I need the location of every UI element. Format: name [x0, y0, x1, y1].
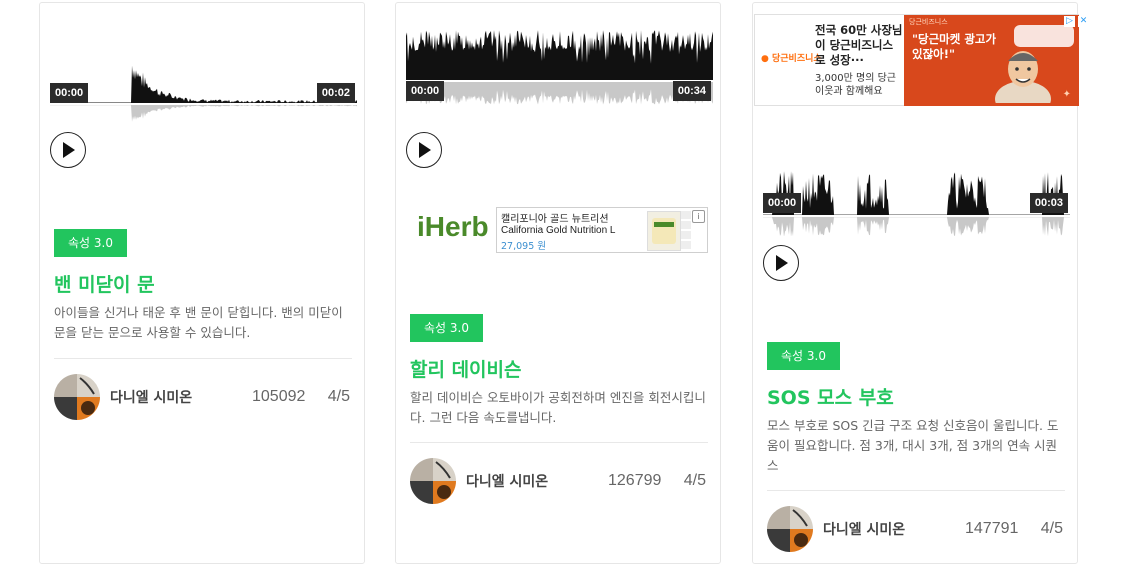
rating: 4/5: [327, 388, 350, 405]
ad-choices-icon[interactable]: ▷: [1064, 16, 1075, 27]
avatar-image: [54, 374, 100, 420]
ad-product-en: California Gold Nutrition L: [501, 225, 616, 236]
waveform-3[interactable]: [763, 136, 1070, 236]
divider: [767, 490, 1065, 491]
ad-brand: ● 당근비즈니스: [761, 51, 822, 64]
start-time: 00:00: [406, 81, 445, 101]
iherb-logo[interactable]: iHerb: [417, 211, 489, 243]
sound-title[interactable]: 할리 데이비슨: [410, 355, 522, 382]
play-button[interactable]: [406, 132, 442, 168]
end-time: 00:03: [1029, 193, 1068, 213]
waveform-1[interactable]: [50, 48, 357, 148]
license-badge[interactable]: 속성 3.0: [767, 342, 840, 370]
sound-card-2: 00:00 00:34 iHerb 캘리포니아 골드 뉴트리션 Californ…: [395, 2, 721, 564]
ad-visual[interactable]: 당근비즈니스 "당근마켓 광고가 있잖아!" ▷ ✕ ✦: [904, 15, 1089, 106]
ad-product-box[interactable]: 캘리포니아 골드 뉴트리션 California Gold Nutrition …: [496, 207, 708, 253]
avatar-image: [410, 458, 456, 504]
sound-description: 아이들을 신거나 태운 후 밴 문이 닫힙니다. 밴의 미닫이 문을 닫는 문으…: [54, 305, 343, 340]
speech-bubble: [1014, 25, 1074, 47]
ad-headline: 전국 60만 사장님이 당근비즈니스로 성장···: [815, 23, 903, 67]
download-count: 126799: [608, 472, 662, 489]
end-time: 00:02: [316, 83, 355, 103]
rating: 4/5: [683, 472, 706, 489]
author-name[interactable]: 다니엘 시미온: [466, 471, 548, 491]
author-name[interactable]: 다니엘 시미온: [110, 387, 192, 407]
sound-description: 모스 부호로 SOS 긴급 구조 요청 신호음이 울립니다. 도움이 필요합니다…: [767, 418, 1059, 473]
play-button[interactable]: [763, 245, 799, 281]
sound-description: 할리 데이비슨 오토바이가 공회전하며 엔진을 회전시킵니다. 그런 다음 속도…: [410, 390, 706, 425]
product-thumbnails: [681, 211, 691, 249]
start-time: 00:00: [763, 193, 802, 213]
sound-card-3: ● 당근비즈니스 전국 60만 사장님이 당근비즈니스로 성장··· 3,000…: [752, 2, 1089, 564]
ad-info-icon[interactable]: i: [692, 210, 705, 223]
sound-card-1: 00:00 00:02 속성 3.0 밴 미닫이 문 아이들을 신거나 태운 후…: [39, 2, 365, 564]
product-image: [647, 211, 681, 251]
end-time: 00:34: [672, 81, 711, 101]
carrot-icon: ●: [761, 54, 769, 64]
ad-subtext: 3,000만 명의 당근 이웃과 함께해요: [815, 73, 896, 97]
ad-person-image: [995, 51, 1051, 103]
play-icon: [776, 255, 788, 271]
divider: [410, 442, 708, 443]
waveform-2[interactable]: [406, 25, 713, 125]
play-button[interactable]: [50, 132, 86, 168]
daangn-ad[interactable]: ● 당근비즈니스 전국 60만 사장님이 당근비즈니스로 성장··· 3,000…: [754, 14, 1089, 106]
avatar[interactable]: [767, 506, 813, 552]
avatar[interactable]: [410, 458, 456, 504]
play-icon: [419, 142, 431, 158]
ad-visual-brand: 당근비즈니스: [909, 18, 948, 26]
start-time: 00:00: [50, 83, 89, 103]
download-count: 147791: [965, 520, 1019, 537]
iherb-ad[interactable]: iHerb 캘리포니아 골드 뉴트리션 California Gold Nutr…: [414, 205, 710, 255]
license-badge[interactable]: 속성 3.0: [54, 229, 127, 257]
download-count: 105092: [252, 388, 306, 405]
ad-close-icon[interactable]: ✕: [1078, 16, 1089, 27]
rating: 4/5: [1040, 520, 1063, 537]
author-name[interactable]: 다니엘 시미온: [823, 519, 905, 539]
license-badge[interactable]: 속성 3.0: [410, 314, 483, 342]
avatar-image: [767, 506, 813, 552]
ad-product-kr: 캘리포니아 골드 뉴트리션: [501, 214, 609, 225]
sound-title[interactable]: SOS 모스 부호: [767, 383, 894, 410]
ad-quote: "당근마켓 광고가 있잖아!": [912, 32, 997, 61]
ad-price: 27,095 원: [501, 241, 547, 252]
avatar[interactable]: [54, 374, 100, 420]
divider: [54, 358, 352, 359]
sparkle-icon: ✦: [1062, 89, 1071, 100]
sound-title[interactable]: 밴 미닫이 문: [54, 270, 155, 297]
play-icon: [63, 142, 75, 158]
